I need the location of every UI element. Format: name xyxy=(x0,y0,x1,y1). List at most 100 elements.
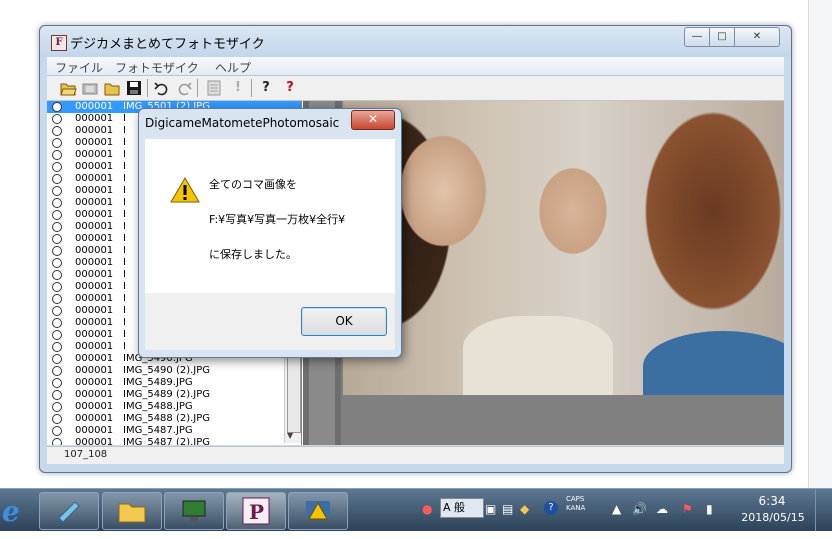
close-button[interactable]: ✕ xyxy=(734,27,780,47)
list-item-filename: I xyxy=(123,149,126,160)
show-hidden-icons-icon[interactable]: ▲ xyxy=(612,500,621,518)
radio-circle-icon[interactable] xyxy=(52,390,62,400)
show-desktop-button[interactable] xyxy=(815,489,832,531)
menubar: ファイル フォトモザイク ヘルプ xyxy=(47,57,784,76)
list-item-filename: I xyxy=(123,269,126,280)
list-item-filename: I xyxy=(123,197,126,208)
dialog-close-button[interactable]: ✕ xyxy=(351,110,395,130)
radio-circle-icon[interactable] xyxy=(52,378,62,388)
list-item[interactable]: 000001 IMG_5488.JPG xyxy=(47,401,301,413)
list-item[interactable]: 000001 IMG_5490 (2).JPG xyxy=(47,365,301,377)
taskbar-explorer-button[interactable] xyxy=(102,492,162,530)
open-folder-icon[interactable] xyxy=(59,79,77,97)
list-item-filename: I xyxy=(123,173,126,184)
caps-kana-indicator: CAPS KANA xyxy=(566,495,586,512)
list-item-number: 000001 xyxy=(75,149,114,160)
window-titlebar[interactable]: F デジカメまとめてフォトモザイク ― □ ✕ xyxy=(40,26,791,57)
list-item-number: 000001 xyxy=(75,341,114,352)
list-item[interactable]: 000001 IMG_5487.JPG xyxy=(47,425,301,437)
radio-circle-icon[interactable] xyxy=(52,150,62,160)
radio-circle-icon[interactable] xyxy=(52,414,62,424)
help-red-icon[interactable]: ? xyxy=(281,79,299,97)
list-item-number: 000001 xyxy=(75,173,114,184)
ime-pad-icon[interactable]: ◆ xyxy=(520,500,529,518)
list-item-filename: IMG_5490 (2).JPG xyxy=(123,365,211,376)
clock-time[interactable]: 6:34 xyxy=(746,494,798,508)
radio-circle-icon[interactable] xyxy=(52,402,62,412)
radio-circle-icon[interactable] xyxy=(52,318,62,328)
radio-circle-icon[interactable] xyxy=(52,102,62,112)
radio-circle-icon[interactable] xyxy=(52,114,62,124)
maximize-button[interactable]: □ xyxy=(709,27,735,47)
list-item-filename: I xyxy=(123,245,126,256)
list-item[interactable]: 000001 IMG_5489.JPG xyxy=(47,377,301,389)
radio-circle-icon[interactable] xyxy=(52,234,62,244)
radio-circle-icon[interactable] xyxy=(52,174,62,184)
ime-dict-icon[interactable]: ▤ xyxy=(502,500,513,518)
network-icon[interactable]: ▮ xyxy=(706,500,713,518)
help-icon[interactable]: ? xyxy=(257,79,275,97)
list-item[interactable]: 000001 IMG_5489 (2).JPG xyxy=(47,389,301,401)
list-item-number: 000001 xyxy=(75,245,114,256)
taskbar-monitor-button[interactable] xyxy=(164,492,224,530)
internet-explorer-icon[interactable]: e xyxy=(2,495,20,528)
list-item[interactable]: 000001 IMG_5487 (2).JPG xyxy=(47,437,301,445)
ime-indicator[interactable]: A 般 xyxy=(440,498,484,518)
radio-circle-icon[interactable] xyxy=(52,138,62,148)
list-item[interactable]: 000001 IMG_5488 (2).JPG xyxy=(47,413,301,425)
menu-file[interactable]: ファイル xyxy=(55,59,103,76)
radio-circle-icon[interactable] xyxy=(52,210,62,220)
radio-circle-icon[interactable] xyxy=(52,258,62,268)
radio-circle-icon[interactable] xyxy=(52,306,62,316)
radio-circle-icon[interactable] xyxy=(52,126,62,136)
radio-circle-icon[interactable] xyxy=(52,162,62,172)
undo-icon[interactable] xyxy=(153,79,171,97)
folder-icon[interactable] xyxy=(103,79,121,97)
antivirus-tray-icon[interactable]: ● xyxy=(422,500,432,518)
ime-help-icon[interactable]: ? xyxy=(544,501,558,515)
clock-date[interactable]: 2018/05/15 xyxy=(738,511,808,524)
list-item-filename: I xyxy=(123,341,126,352)
radio-circle-icon[interactable] xyxy=(52,294,62,304)
list-item-filename: I xyxy=(123,125,126,136)
page-icon[interactable] xyxy=(205,79,223,97)
radio-circle-icon[interactable] xyxy=(52,330,62,340)
radio-circle-icon[interactable] xyxy=(52,282,62,292)
minimize-button[interactable]: ― xyxy=(684,27,710,47)
ime-tool-icon[interactable]: ▣ xyxy=(485,500,496,518)
list-item-number: 000001 xyxy=(75,161,114,172)
svg-text:P: P xyxy=(249,500,264,524)
scroll-down-arrow-icon[interactable]: ▼ xyxy=(287,431,293,440)
list-item-filename: I xyxy=(123,161,126,172)
list-item-filename: IMG_5488 (2).JPG xyxy=(123,413,211,424)
taskbar-notepad-button[interactable] xyxy=(39,492,99,530)
radio-circle-icon[interactable] xyxy=(52,354,62,364)
cloud-icon[interactable]: ☁ xyxy=(656,500,668,518)
list-item-filename: IMG_5489.JPG xyxy=(123,377,193,388)
list-item-number: 000001 xyxy=(75,377,114,388)
radio-circle-icon[interactable] xyxy=(52,222,62,232)
taskbar-photomosaic-button[interactable]: P xyxy=(226,492,286,530)
radio-circle-icon[interactable] xyxy=(52,246,62,256)
radio-circle-icon[interactable] xyxy=(52,186,62,196)
list-item-number: 000001 xyxy=(75,389,114,400)
volume-icon[interactable]: 🔊 xyxy=(632,500,647,518)
radio-circle-icon[interactable] xyxy=(52,426,62,436)
save-icon[interactable] xyxy=(125,79,143,97)
info-icon[interactable]: ! xyxy=(229,79,247,97)
menu-help[interactable]: ヘルプ xyxy=(215,59,251,76)
action-center-icon[interactable]: ⚑ xyxy=(682,500,693,518)
radio-circle-icon[interactable] xyxy=(52,438,62,445)
toolbar: ! ? ? xyxy=(47,76,784,101)
film-icon[interactable] xyxy=(81,79,99,97)
menu-photomosaic[interactable]: フォトモザイク xyxy=(115,59,199,76)
ok-button[interactable]: OK xyxy=(301,307,387,336)
list-item-number: 000001 xyxy=(75,197,114,208)
radio-circle-icon[interactable] xyxy=(52,342,62,352)
radio-circle-icon[interactable] xyxy=(52,366,62,376)
redo-icon[interactable] xyxy=(175,79,193,97)
radio-circle-icon[interactable] xyxy=(52,270,62,280)
toolbar-separator xyxy=(251,79,252,97)
taskbar-app-button[interactable] xyxy=(288,492,348,530)
radio-circle-icon[interactable] xyxy=(52,198,62,208)
